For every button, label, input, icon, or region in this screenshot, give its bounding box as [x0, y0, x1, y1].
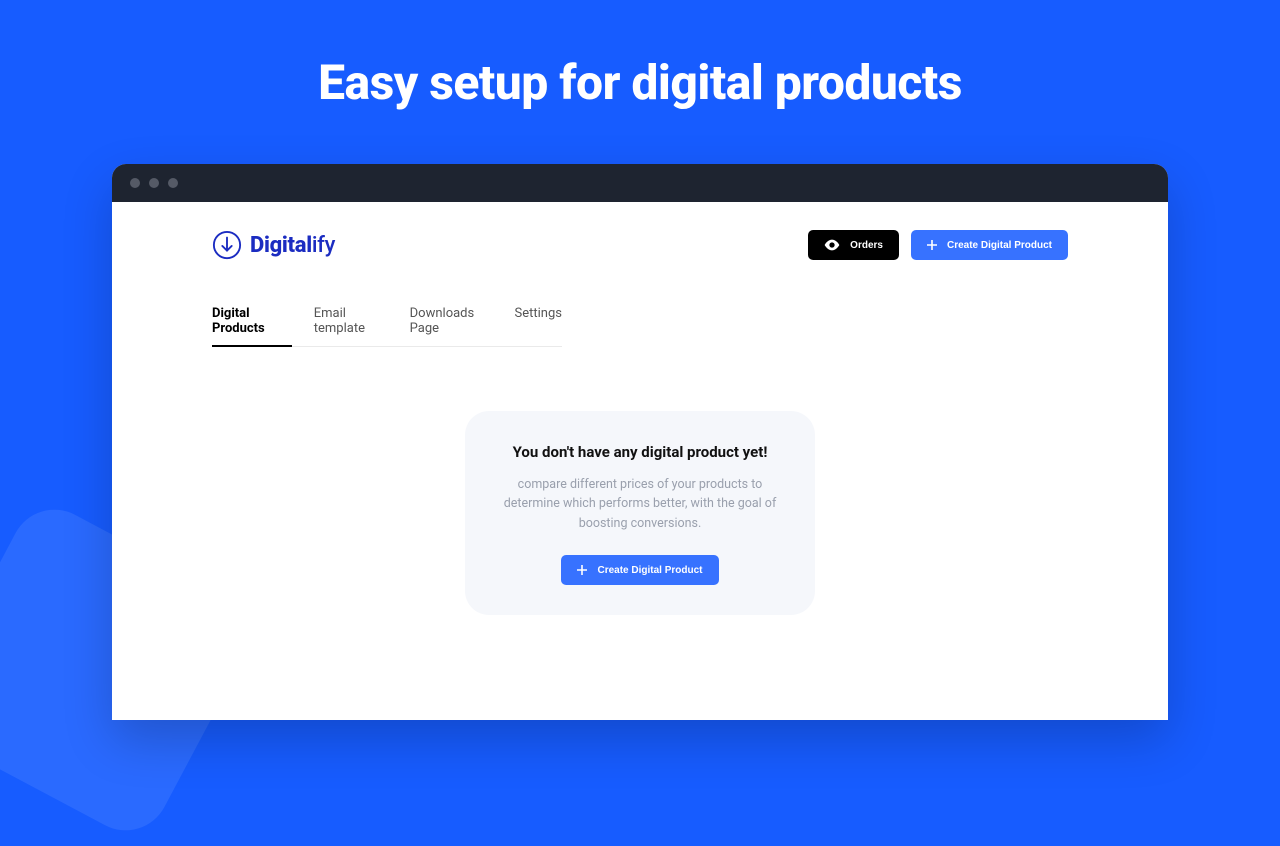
orders-button[interactable]: Orders — [808, 230, 899, 260]
eye-icon — [824, 239, 840, 251]
traffic-light-maximize[interactable] — [168, 178, 178, 188]
window-titlebar — [112, 164, 1168, 202]
create-product-button-label: Create Digital Product — [947, 240, 1052, 251]
tabs: Digital Products Email template Download… — [212, 306, 562, 347]
logo-text-bold: Digital — [250, 233, 312, 258]
tab-email-template[interactable]: Email template — [314, 306, 388, 346]
app-content: Digitalify Orders Create Digital Product — [112, 202, 1168, 615]
create-product-button[interactable]: Create Digital Product — [911, 230, 1068, 260]
empty-state-create-button-label: Create Digital Product — [597, 565, 702, 576]
traffic-light-close[interactable] — [130, 178, 140, 188]
plus-icon — [927, 240, 937, 250]
traffic-light-minimize[interactable] — [149, 178, 159, 188]
empty-state-card: You don't have any digital product yet! … — [465, 411, 815, 615]
plus-icon — [577, 565, 587, 575]
empty-state-title: You don't have any digital product yet! — [493, 443, 787, 461]
logo-text-light: ify — [312, 233, 335, 258]
tab-downloads-page[interactable]: Downloads Page — [410, 306, 493, 346]
logo[interactable]: Digitalify — [212, 230, 335, 260]
logo-text: Digitalify — [250, 233, 335, 258]
hero-title: Easy setup for digital products — [0, 0, 1280, 111]
empty-state-body: compare different prices of your product… — [493, 475, 787, 533]
app-header: Digitalify Orders Create Digital Product — [212, 230, 1068, 260]
tab-digital-products[interactable]: Digital Products — [212, 306, 292, 346]
logo-download-icon — [212, 230, 242, 260]
app-window: Digitalify Orders Create Digital Product — [112, 164, 1168, 720]
header-actions: Orders Create Digital Product — [808, 230, 1068, 260]
tab-settings[interactable]: Settings — [515, 306, 562, 346]
empty-state-create-button[interactable]: Create Digital Product — [561, 555, 718, 585]
orders-button-label: Orders — [850, 240, 883, 251]
